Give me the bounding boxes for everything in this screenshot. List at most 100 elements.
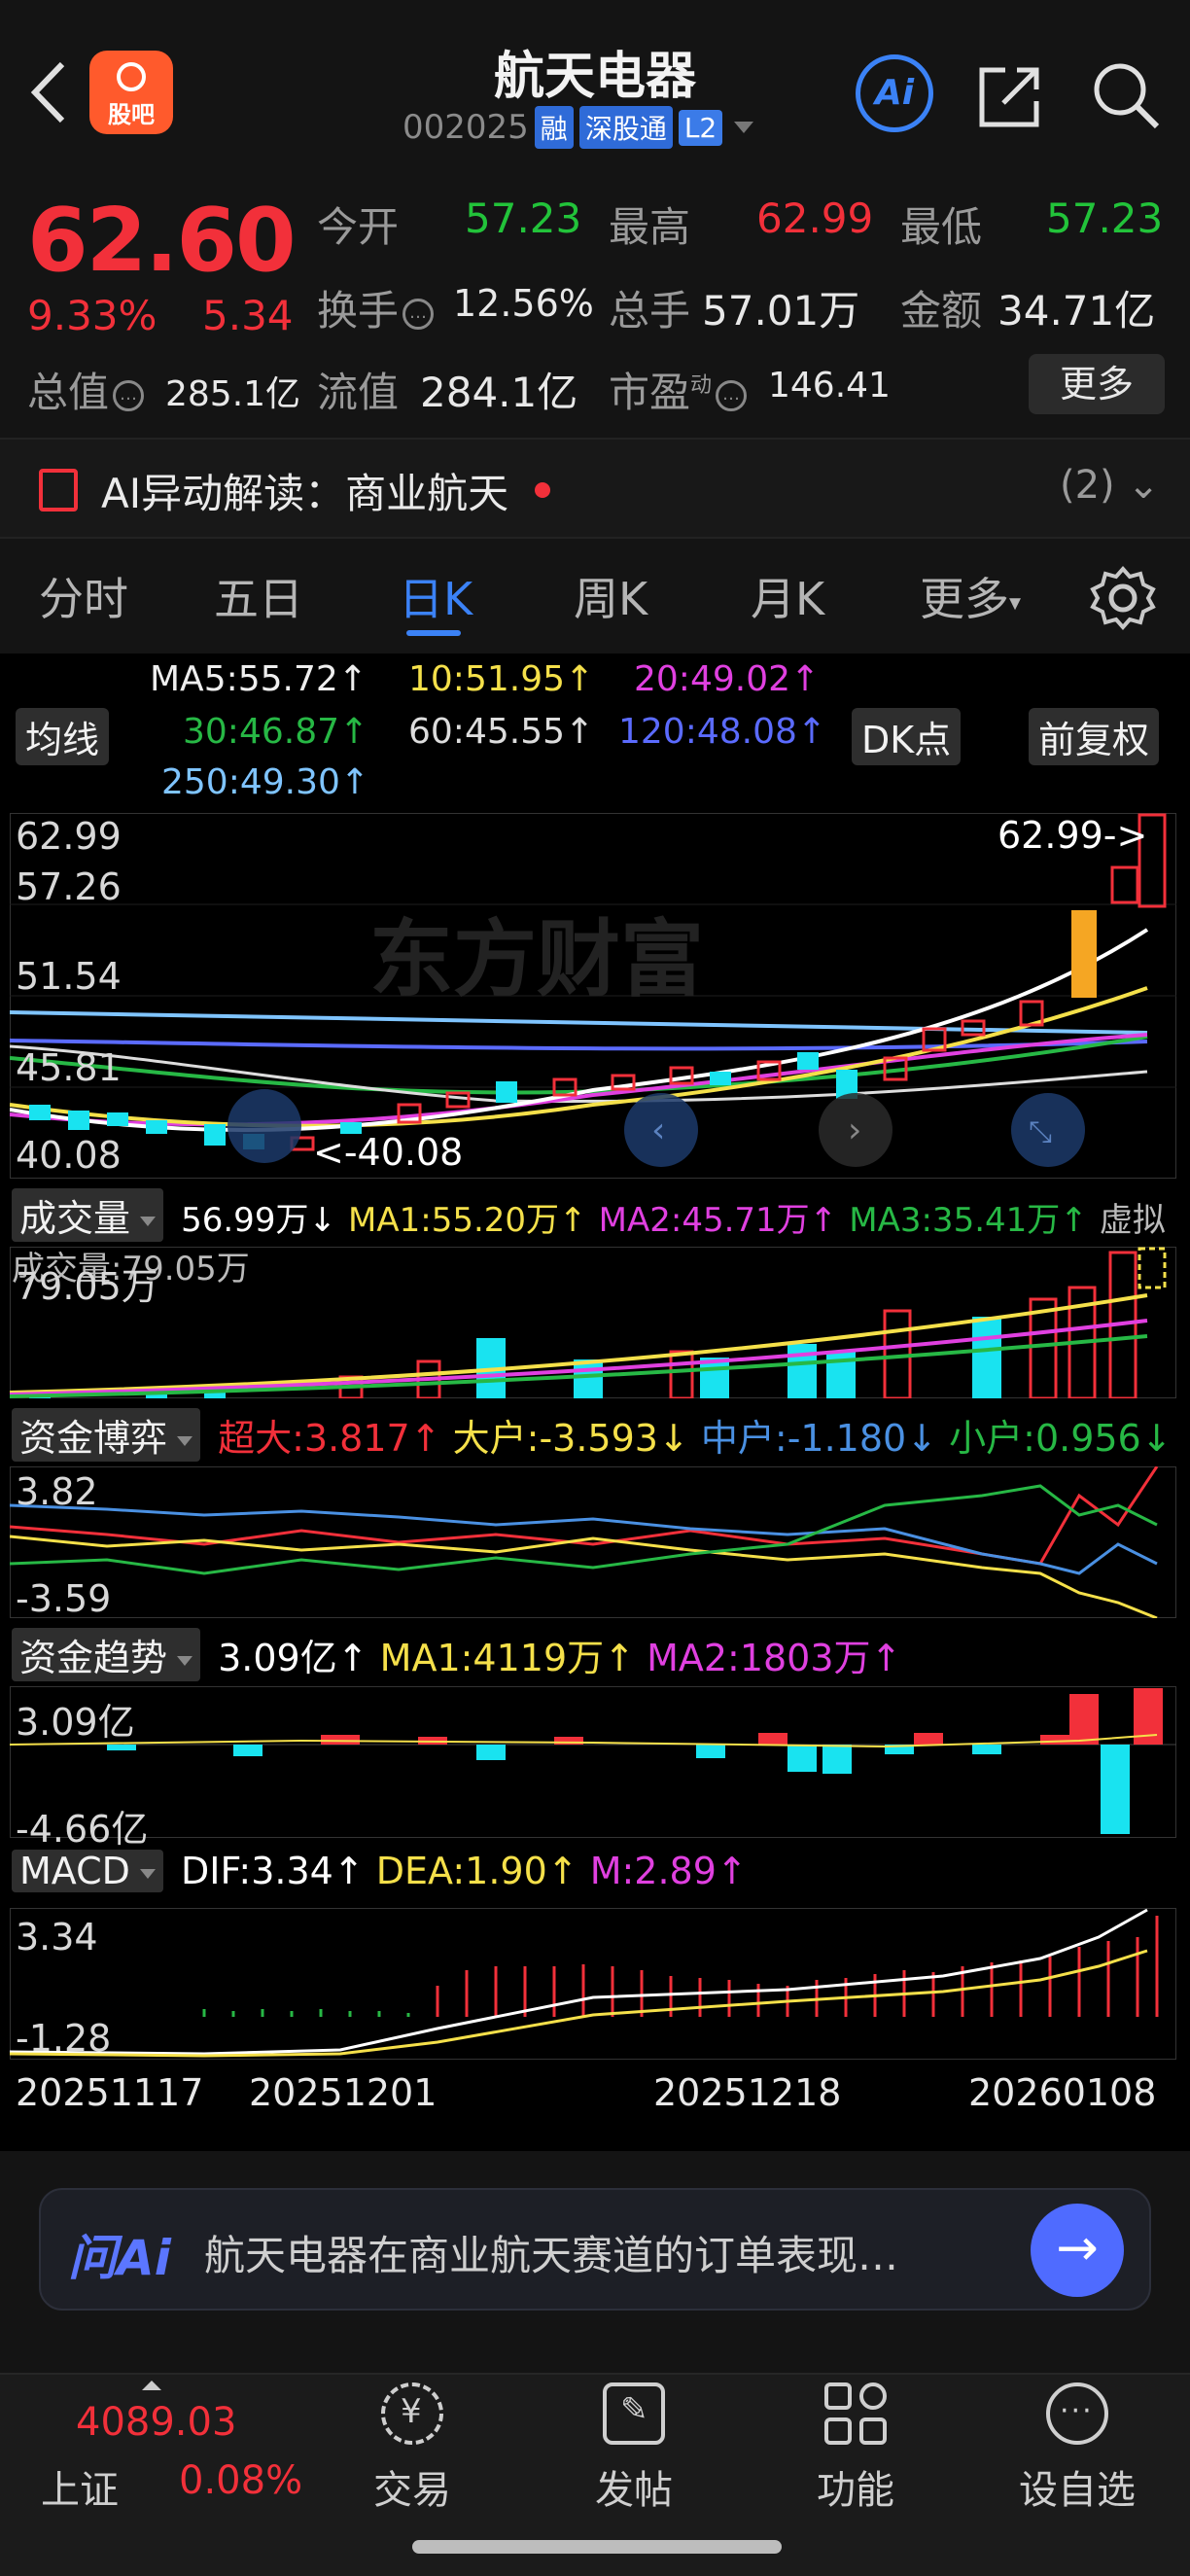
fund-trend-chart[interactable]	[10, 1686, 1176, 1838]
date-1: 20251117	[16, 2071, 204, 2114]
tab-five-day[interactable]: 五日	[214, 564, 303, 628]
trade-icon: ¥	[381, 2382, 443, 2445]
macd-axis-bottom: -1.28	[16, 2017, 112, 2060]
high-label: 最高	[609, 203, 691, 251]
fund-game-axis-bottom: -3.59	[16, 1577, 112, 1620]
svg-text:‹: ‹	[651, 1111, 665, 1150]
share-icon[interactable]	[976, 62, 1044, 130]
edit-icon: ✎	[603, 2382, 665, 2445]
high-value: 62.99	[756, 194, 874, 242]
kline-min-label: <-40.08	[313, 1131, 463, 1174]
volume-value: 57.01万	[702, 287, 860, 335]
ai-doc-icon	[39, 469, 78, 512]
chevron-down-icon	[734, 122, 754, 133]
nav-trade[interactable]: ¥ 交易	[334, 2382, 490, 2515]
ma5-label: MA5:55.72↑	[150, 659, 368, 699]
ma60-label: 60:45.55↑	[408, 712, 595, 752]
ask-ai-text[interactable]: 航天电器在商业航天赛道的订单表现…	[204, 2223, 1001, 2282]
pan-left-icon	[228, 1089, 301, 1163]
kline-axis-2: 57.26	[16, 865, 122, 908]
ma10-label: 10:51.95↑	[408, 659, 595, 699]
grid-icon	[824, 2382, 887, 2445]
ma30-label: 30:46.87↑	[183, 712, 369, 752]
total-cap-label: 总值…	[27, 360, 148, 419]
active-tab-underline	[406, 630, 461, 636]
tab-weekly-k[interactable]: 周K	[574, 564, 648, 628]
search-icon[interactable]	[1089, 58, 1163, 132]
nav-post[interactable]: ✎ 发帖	[556, 2382, 712, 2515]
float-cap-value: 284.1亿	[420, 369, 578, 416]
chevron-down-icon: ⌄	[1127, 463, 1160, 508]
ai-anomaly-text: AI异动解读：商业航天	[101, 470, 509, 517]
current-price: 62.60	[27, 190, 297, 292]
low-value: 57.23	[1046, 194, 1164, 242]
gear-icon[interactable]	[1089, 564, 1157, 632]
total-cap-value: 285.1亿	[165, 374, 301, 414]
volume-chart[interactable]	[10, 1247, 1176, 1398]
tab-daily-k[interactable]: 日K	[399, 564, 472, 628]
amount-label: 金额	[900, 287, 983, 335]
chevron-down-icon	[177, 1435, 193, 1446]
amount-value: 34.71亿	[998, 287, 1156, 335]
ai-anomaly-count: (2) ⌄	[1060, 463, 1160, 508]
index-percent[interactable]: 0.08%	[179, 2458, 302, 2503]
turnover-value: 12.56%	[453, 282, 594, 325]
float-cap-label: 流值	[317, 369, 400, 416]
ma-button[interactable]: 均线	[16, 708, 110, 765]
kline-axis-4: 45.81	[16, 1046, 122, 1089]
expand-up-icon[interactable]	[142, 2381, 161, 2390]
adjust-button[interactable]: 前复权	[1029, 708, 1160, 765]
volume-button[interactable]: 成交量	[12, 1188, 164, 1242]
ai-anomaly-bar[interactable]: AI异动解读：商业航天 (2) ⌄	[0, 438, 1190, 539]
info-icon[interactable]: …	[113, 379, 145, 411]
date-2: 20251201	[249, 2071, 438, 2114]
tag-l2: L2	[678, 109, 723, 146]
kline-axis-3: 51.54	[16, 955, 122, 998]
index-name[interactable]: 上证	[41, 2458, 119, 2515]
tab-monthly-k[interactable]: 月K	[751, 564, 824, 628]
ai-button[interactable]: Ai	[856, 54, 933, 132]
home-indicator[interactable]	[412, 2540, 782, 2554]
date-4: 20260108	[968, 2071, 1157, 2114]
fund-trend-axis-bottom: -4.66亿	[16, 1808, 149, 1851]
turnover-label: 换手…	[317, 278, 438, 337]
more-dots-icon: ···	[1046, 2382, 1108, 2445]
kline-chart[interactable]: 东方财富 ‹ › ⤡ 62.99-> <-40.08	[10, 813, 1176, 1179]
stock-subtitle[interactable]: 002025 融 深股通 L2	[402, 105, 754, 150]
ask-ai-logo: 问Ai	[68, 2230, 171, 2286]
svg-text:›: ›	[848, 1111, 861, 1150]
change-amount: 5.34	[202, 292, 294, 339]
fund-trend-axis-top: 3.09亿	[16, 1701, 135, 1744]
more-button[interactable]: 更多	[1029, 354, 1165, 414]
ma20-label: 20:49.02↑	[634, 659, 821, 699]
ma120-label: 120:48.08↑	[618, 712, 827, 752]
stock-code: 002025	[402, 108, 529, 147]
pe-label: 市盈动…	[609, 360, 751, 419]
tag-margin: 融	[534, 106, 574, 149]
macd-legend: MACD DIF:3.34↑ DEA:1.90↑ M:2.89↑	[12, 1850, 748, 1892]
info-icon[interactable]: …	[716, 379, 748, 411]
kline-axis-1: 62.99	[16, 815, 122, 858]
tab-intraday[interactable]: 分时	[39, 564, 128, 628]
arrow-right-icon[interactable]: →	[1031, 2204, 1124, 2297]
macd-chart[interactable]	[10, 1908, 1176, 2060]
tab-more[interactable]: 更多▾	[920, 564, 1021, 628]
volume-axis-top: 79.05万	[16, 1265, 158, 1308]
fund-trend-bars	[107, 1688, 1163, 1834]
nav-watchlist[interactable]: ··· 设自选	[999, 2382, 1155, 2515]
macd-button[interactable]: MACD	[12, 1850, 163, 1892]
fund-game-chart[interactable]	[10, 1466, 1176, 1618]
pe-value: 146.41	[768, 366, 891, 406]
open-label: 今开	[317, 203, 400, 251]
chevron-down-icon	[140, 1216, 157, 1226]
tag-connect: 深股通	[578, 106, 673, 149]
fund-trend-button[interactable]: 资金趋势	[12, 1628, 201, 1681]
caret-down-icon: ▾	[1009, 588, 1022, 617]
chevron-down-icon	[177, 1655, 193, 1666]
fund-trend-legend: 资金趋势 3.09亿↑ MA1:4119万↑ MA2:1803万↑	[12, 1628, 901, 1681]
nav-functions[interactable]: 功能	[778, 2382, 933, 2515]
info-icon[interactable]: …	[402, 298, 435, 330]
fund-game-button[interactable]: 资金博弈	[12, 1408, 201, 1462]
index-value[interactable]: 4089.03	[76, 2400, 236, 2445]
dk-point-button[interactable]: DK点	[852, 708, 962, 765]
